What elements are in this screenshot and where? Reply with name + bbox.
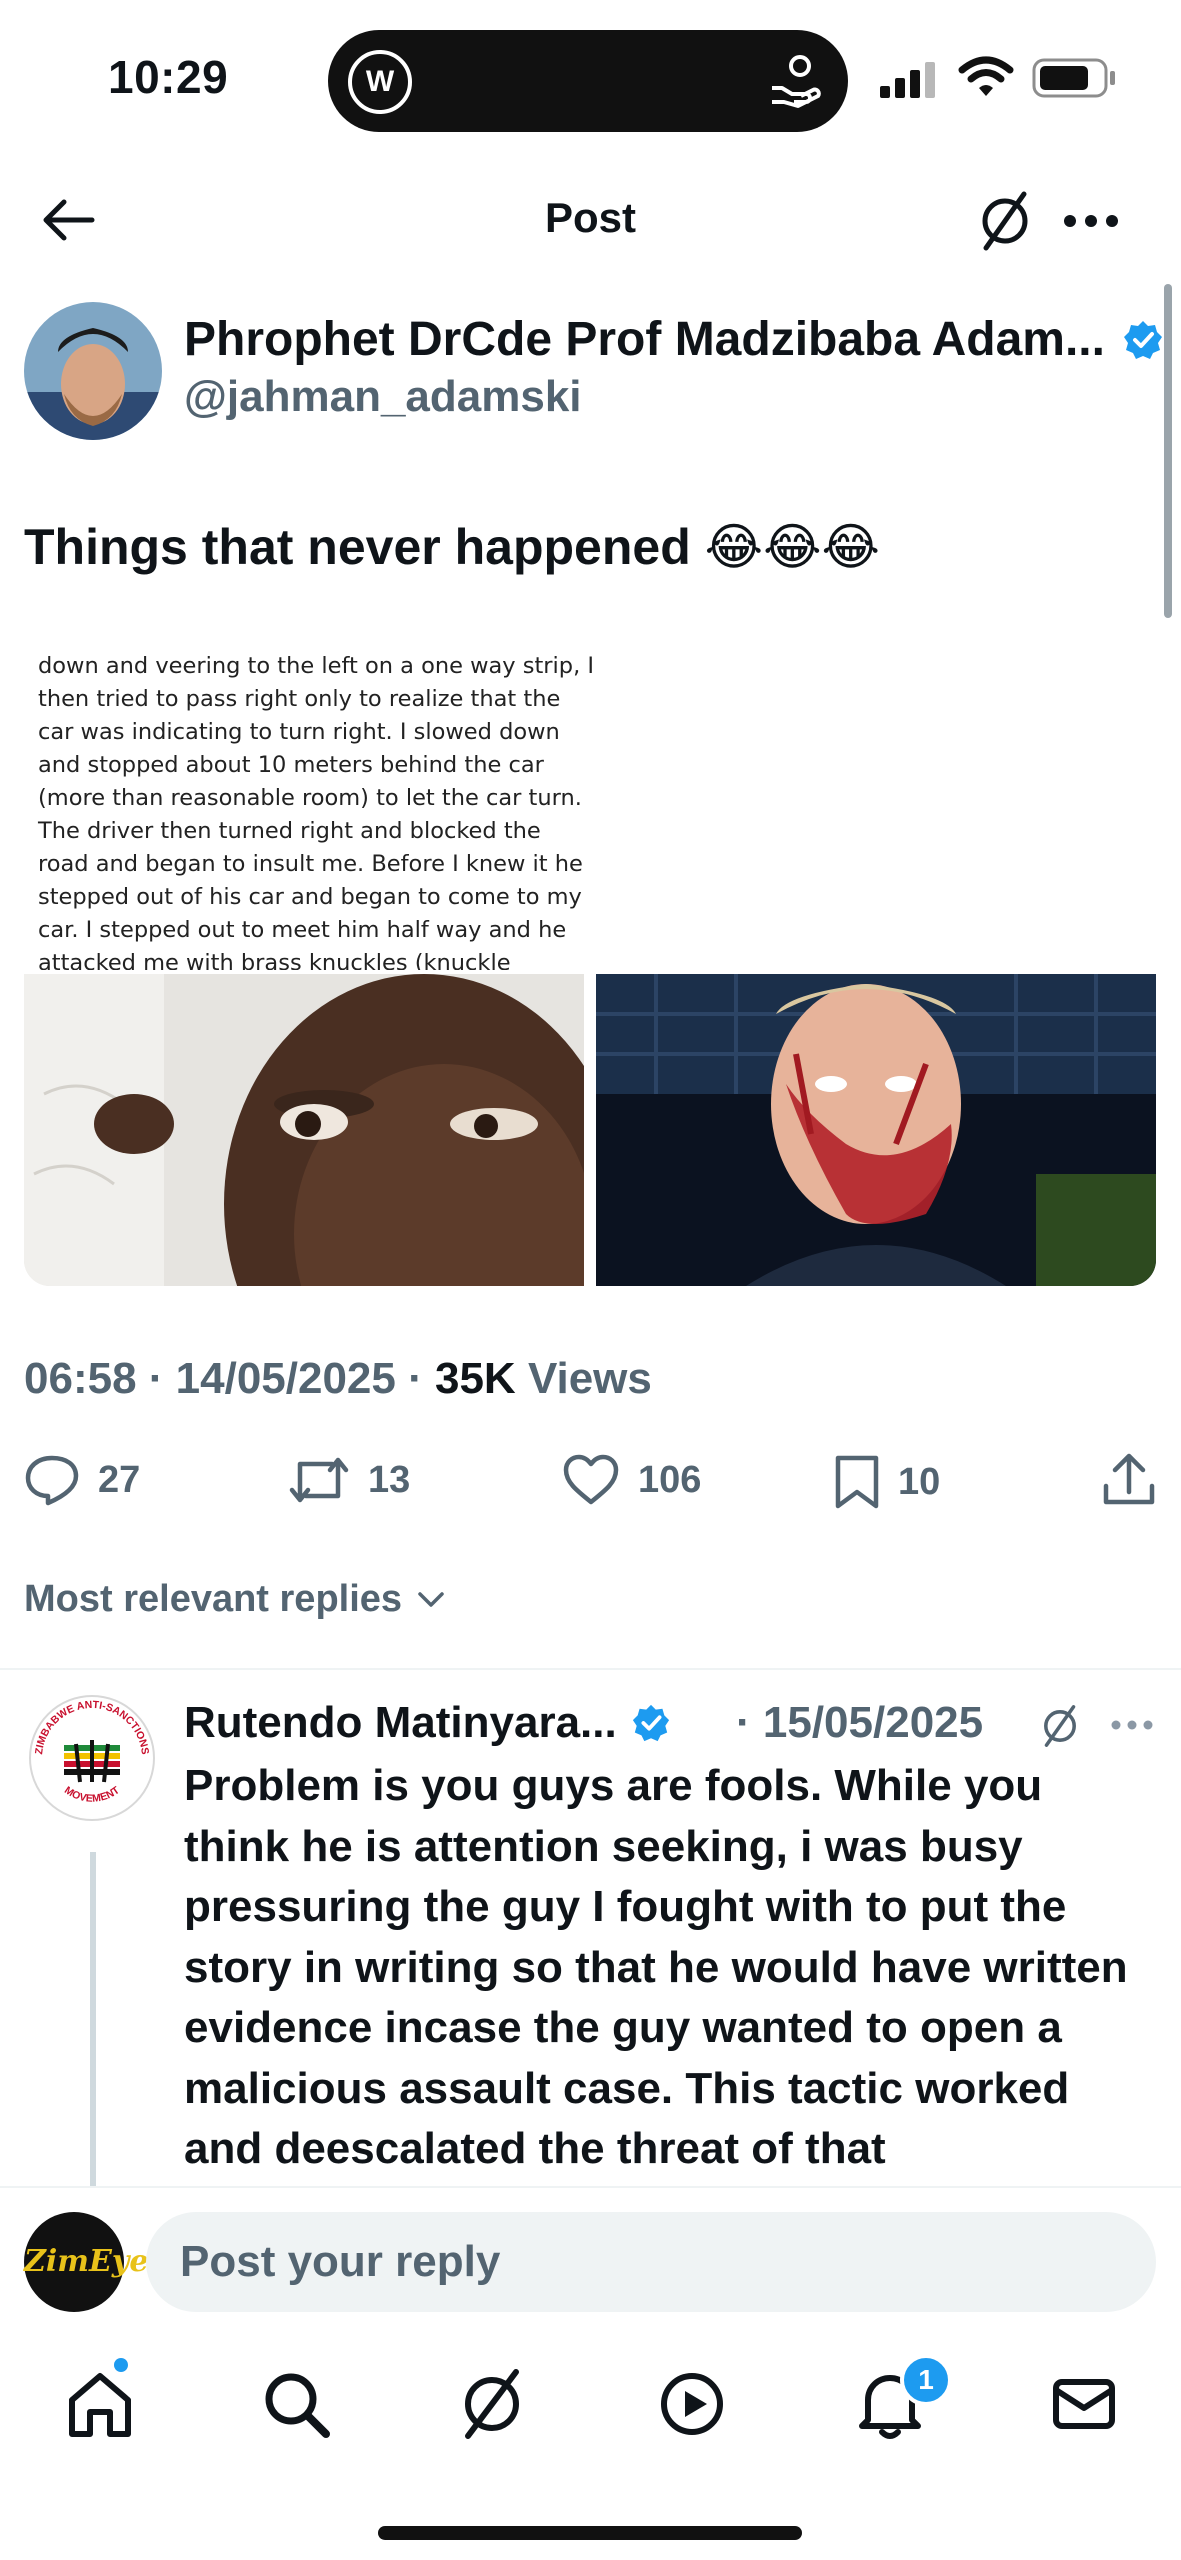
post-time: 06:58 xyxy=(24,1354,137,1403)
reply-date: · 15/05/2025 xyxy=(736,1698,984,1747)
post-text: Things that never happened 😂😂😂 xyxy=(24,519,880,575)
scrollbar[interactable] xyxy=(1164,284,1172,618)
home-notification-dot xyxy=(114,2358,128,2372)
app-w-icon: W xyxy=(348,50,412,114)
repost-count: 13 xyxy=(368,1458,411,1501)
video-play-icon[interactable] xyxy=(652,2364,732,2444)
reply-icon xyxy=(25,1455,79,1506)
author-handle[interactable]: @jahman_adamski xyxy=(184,372,582,422)
repost-icon xyxy=(289,1457,349,1503)
share-icon[interactable] xyxy=(1102,1452,1156,1508)
more-options-icon[interactable] xyxy=(1110,1718,1154,1732)
media-photo-right[interactable] xyxy=(596,974,1156,1286)
verified-badge-icon xyxy=(632,1704,670,1742)
reply-count: 27 xyxy=(98,1458,141,1501)
like-count: 106 xyxy=(638,1458,702,1501)
like-button[interactable]: 106 xyxy=(562,1454,701,1506)
current-user-avatar[interactable]: ZimEye xyxy=(24,2212,148,2312)
home-icon[interactable] xyxy=(60,2364,140,2444)
author-avatar[interactable] xyxy=(24,302,162,440)
status-time: 10:29 xyxy=(108,51,229,103)
messages-mail-icon[interactable] xyxy=(1044,2364,1124,2444)
wifi-icon xyxy=(958,56,1014,96)
reply-button[interactable]: 27 xyxy=(24,1454,140,1506)
media-photo-left[interactable] xyxy=(24,974,584,1286)
divider xyxy=(0,2186,1181,2188)
chevron-down-icon xyxy=(417,1592,444,1607)
reply-author-name[interactable]: Rutendo Matinyara... xyxy=(184,1698,671,1748)
hand-coin-icon xyxy=(772,55,821,108)
views-label: Views xyxy=(527,1354,652,1403)
more-options-icon[interactable] xyxy=(1062,212,1120,230)
replies-filter-dropdown[interactable]: Most relevant replies xyxy=(24,1578,445,1621)
bookmark-button[interactable]: 10 xyxy=(834,1454,940,1510)
divider xyxy=(0,1668,1181,1670)
verified-badge-icon xyxy=(1124,321,1163,359)
author-name[interactable]: Phrophet DrCde Prof Madzibaba Adam... xyxy=(184,312,1164,367)
search-icon[interactable] xyxy=(256,2364,336,2444)
notifications-badge: 1 xyxy=(900,2354,952,2406)
reply-text: Problem is you guys are fools. While you… xyxy=(184,1761,1128,2173)
reply-author-avatar[interactable]: ZIMBABWE ANTI-SANCTIONS MOVEMENT xyxy=(24,1690,160,1826)
battery-icon xyxy=(1032,58,1115,98)
signal-icon xyxy=(880,62,935,98)
grok-icon[interactable] xyxy=(974,190,1036,252)
grok-icon[interactable] xyxy=(1038,1704,1082,1748)
heart-icon xyxy=(563,1454,619,1505)
bookmark-icon xyxy=(835,1455,879,1509)
views-count: 35K xyxy=(434,1354,516,1403)
post-meta: 06:58 · 14/05/2025 · 35K Views xyxy=(24,1354,652,1403)
post-date: 14/05/2025 xyxy=(175,1354,396,1403)
thread-line xyxy=(90,1852,96,2192)
media-text-screenshot[interactable]: down and veering to the left on a one wa… xyxy=(24,630,1154,970)
grok-icon[interactable] xyxy=(452,2364,532,2444)
bookmark-count: 10 xyxy=(898,1460,941,1503)
reply-input[interactable] xyxy=(146,2212,1156,2312)
repost-button[interactable]: 13 xyxy=(288,1454,410,1506)
home-indicator[interactable] xyxy=(378,2526,802,2540)
media-text-content: down and veering to the left on a one wa… xyxy=(38,653,595,970)
